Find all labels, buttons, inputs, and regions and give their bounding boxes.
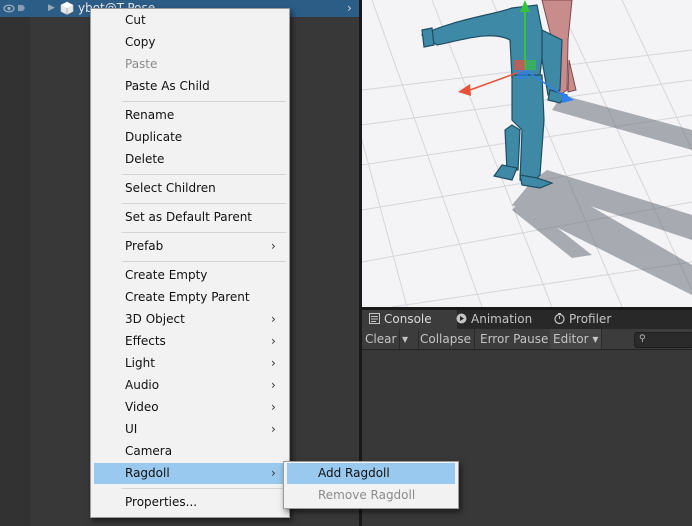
console-tab-bar: Console Animation Profiler bbox=[362, 310, 692, 329]
error-pause-button[interactable]: Error Pause bbox=[477, 329, 553, 349]
menu-item-properties[interactable]: Properties... bbox=[94, 492, 286, 513]
menu-separator bbox=[122, 101, 286, 102]
menu-separator bbox=[122, 203, 286, 204]
menu-item-label: Prefab bbox=[125, 239, 164, 253]
chevron-right-icon: › bbox=[271, 334, 276, 348]
menu-item-paste: Paste bbox=[94, 54, 286, 75]
chevron-right-icon: › bbox=[271, 400, 276, 414]
menu-item-ui[interactable]: UI › bbox=[94, 419, 286, 440]
menu-item-delete[interactable]: Delete bbox=[94, 149, 286, 170]
menu-item-select-children[interactable]: Select Children bbox=[94, 178, 286, 199]
editor-dropdown-label: Editor bbox=[553, 332, 589, 346]
tab-console[interactable]: Console bbox=[362, 310, 457, 329]
menu-item-label: Create Empty bbox=[125, 268, 208, 282]
menu-item-label: Light bbox=[125, 356, 155, 370]
menu-item-label: UI bbox=[125, 422, 138, 436]
scene-canvas[interactable] bbox=[362, 0, 692, 307]
menu-item-label: Paste bbox=[125, 57, 158, 71]
gameobject-cube-icon bbox=[60, 1, 74, 18]
chevron-right-icon: › bbox=[271, 239, 276, 253]
console-toolbar: Clear ▾ Collapse Error Pause Editor ▾ ⚲ bbox=[362, 329, 692, 350]
menu-item-set-default-parent[interactable]: Set as Default Parent bbox=[94, 207, 286, 228]
submenu-item-label: Remove Ragdoll bbox=[318, 488, 416, 502]
menu-item-label: Effects bbox=[125, 334, 166, 348]
chevron-right-icon: › bbox=[271, 356, 276, 370]
context-menu: Cut Copy Paste Paste As Child Rename Dup… bbox=[90, 8, 290, 518]
console-search-input[interactable]: ⚲ bbox=[634, 332, 692, 348]
scene-view[interactable] bbox=[362, 0, 692, 307]
menu-item-label: Delete bbox=[125, 152, 165, 166]
menu-item-camera[interactable]: Camera bbox=[94, 441, 286, 462]
collapse-button-label: Collapse bbox=[420, 332, 471, 346]
tab-console-label: Console bbox=[384, 312, 432, 326]
ragdoll-submenu: Add Ragdoll Remove Ragdoll bbox=[283, 461, 459, 509]
tab-profiler[interactable]: Profiler bbox=[554, 310, 634, 329]
hierarchy-gutter bbox=[0, 0, 30, 526]
menu-item-label: Video bbox=[125, 400, 159, 414]
editor-dropdown[interactable]: Editor ▾ bbox=[550, 329, 603, 349]
menu-item-audio[interactable]: Audio › bbox=[94, 375, 286, 396]
menu-item-label: Cut bbox=[125, 13, 146, 27]
visibility-eye-icon[interactable] bbox=[3, 2, 27, 15]
menu-item-paste-as-child[interactable]: Paste As Child bbox=[94, 76, 286, 97]
tab-animation[interactable]: Animation bbox=[456, 310, 546, 329]
fold-arrow-icon[interactable]: ▶ bbox=[48, 3, 55, 13]
menu-item-label: Ragdoll bbox=[125, 466, 170, 480]
chevron-right-icon[interactable]: › bbox=[347, 1, 352, 15]
menu-separator bbox=[122, 174, 286, 175]
menu-item-label: Duplicate bbox=[125, 130, 183, 144]
menu-item-label: Select Children bbox=[125, 181, 216, 195]
menu-separator bbox=[122, 488, 286, 489]
menu-item-label: Audio bbox=[125, 378, 160, 392]
menu-item-label: Rename bbox=[125, 108, 175, 122]
menu-item-label: Properties... bbox=[125, 495, 198, 509]
menu-item-label: Set as Default Parent bbox=[125, 210, 253, 224]
menu-item-duplicate[interactable]: Duplicate bbox=[94, 127, 286, 148]
menu-separator bbox=[122, 232, 286, 233]
search-icon: ⚲ bbox=[639, 334, 646, 344]
menu-item-label: Paste As Child bbox=[125, 79, 210, 93]
submenu-item-remove-ragdoll: Remove Ragdoll bbox=[287, 485, 455, 506]
tab-profiler-label: Profiler bbox=[569, 312, 612, 326]
menu-item-label: 3D Object bbox=[125, 312, 185, 326]
menu-item-label: Create Empty Parent bbox=[125, 290, 250, 304]
submenu-item-add-ragdoll[interactable]: Add Ragdoll bbox=[287, 463, 455, 484]
chevron-right-icon: › bbox=[271, 312, 276, 326]
chevron-down-icon: ▾ bbox=[592, 332, 599, 346]
clear-button[interactable]: Clear bbox=[362, 329, 401, 349]
menu-item-copy[interactable]: Copy bbox=[94, 32, 286, 53]
menu-separator bbox=[122, 261, 286, 262]
chevron-right-icon: › bbox=[271, 466, 276, 480]
chevron-right-icon: › bbox=[271, 422, 276, 436]
profiler-icon bbox=[554, 311, 565, 325]
animation-icon bbox=[456, 311, 467, 324]
menu-item-3d-object[interactable]: 3D Object › bbox=[94, 309, 286, 330]
menu-item-create-empty-parent[interactable]: Create Empty Parent bbox=[94, 287, 286, 308]
tab-animation-label: Animation bbox=[471, 312, 533, 326]
menu-item-cut[interactable]: Cut bbox=[94, 10, 286, 31]
menu-item-rename[interactable]: Rename bbox=[94, 105, 286, 126]
clear-options-dropdown[interactable]: ▾ bbox=[399, 329, 419, 349]
submenu-item-label: Add Ragdoll bbox=[318, 466, 390, 480]
menu-item-prefab[interactable]: Prefab › bbox=[94, 236, 286, 257]
menu-item-create-empty[interactable]: Create Empty bbox=[94, 265, 286, 286]
error-pause-button-label: Error Pause bbox=[480, 332, 549, 346]
menu-item-effects[interactable]: Effects › bbox=[94, 331, 286, 352]
chevron-right-icon: › bbox=[271, 378, 276, 392]
chevron-down-icon: ▾ bbox=[402, 332, 409, 346]
clear-button-label: Clear bbox=[365, 332, 397, 346]
menu-item-ragdoll[interactable]: Ragdoll › bbox=[94, 463, 286, 484]
menu-item-label: Copy bbox=[125, 35, 156, 49]
menu-item-video[interactable]: Video › bbox=[94, 397, 286, 418]
console-icon bbox=[369, 311, 380, 324]
collapse-button[interactable]: Collapse bbox=[417, 329, 475, 349]
menu-item-label: Camera bbox=[125, 444, 173, 458]
menu-item-light[interactable]: Light › bbox=[94, 353, 286, 374]
